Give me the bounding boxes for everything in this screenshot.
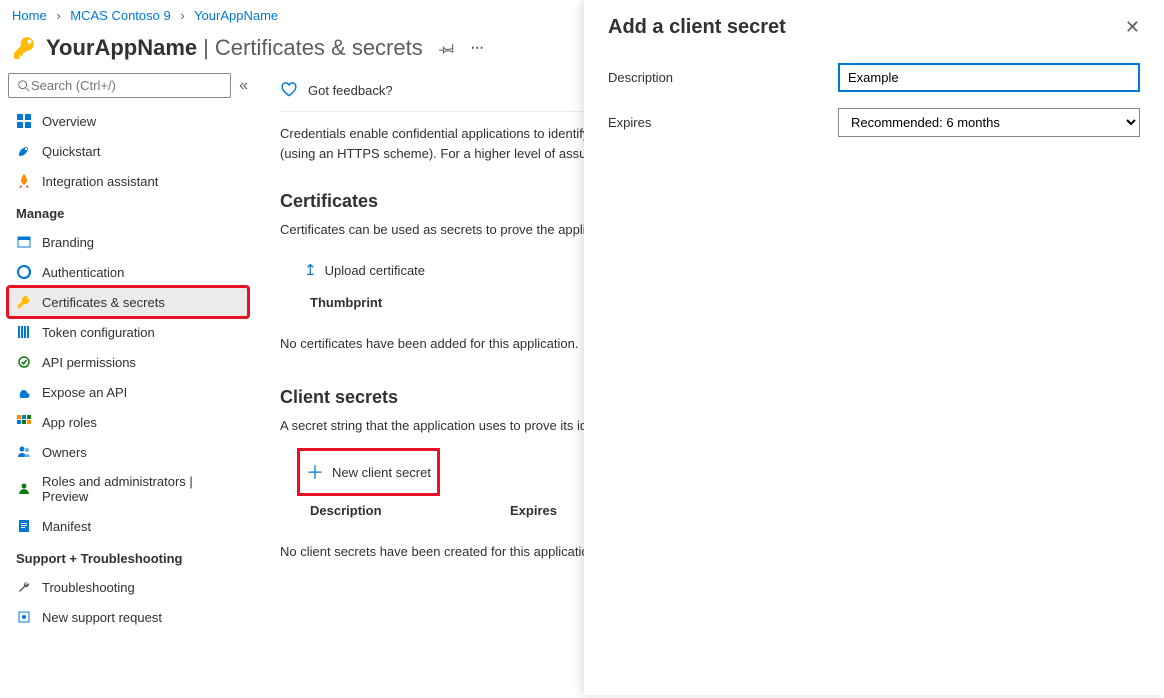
title-divider: | <box>203 35 209 61</box>
search-input[interactable] <box>8 73 231 98</box>
owners-icon <box>16 444 32 460</box>
sidebar-item-label: Overview <box>42 114 96 129</box>
page-title: YourAppName <box>46 35 197 61</box>
sidebar-item-branding[interactable]: Branding <box>8 227 248 257</box>
quickstart-icon <box>16 143 32 159</box>
sidebar-item-label: Branding <box>42 235 94 250</box>
token-icon <box>16 324 32 340</box>
manifest-icon <box>16 518 32 534</box>
sidebar-item-app-roles[interactable]: App roles <box>8 407 248 437</box>
sidebar: « Overview Quickstart Integration assist… <box>0 73 256 698</box>
flyout-title: Add a client secret <box>608 16 786 39</box>
sidebar-item-integration[interactable]: Integration assistant <box>8 166 248 196</box>
sidebar-item-label: Owners <box>42 445 87 460</box>
search-field[interactable] <box>31 78 222 93</box>
sidebar-item-label: Roles and administrators | Preview <box>42 474 240 504</box>
sidebar-item-troubleshooting[interactable]: Troubleshooting <box>8 572 248 602</box>
sidebar-item-label: API permissions <box>42 355 136 370</box>
breadcrumb-item-app[interactable]: YourAppName <box>194 8 278 23</box>
sidebar-item-label: Certificates & secrets <box>42 295 165 310</box>
expires-select[interactable]: Recommended: 6 months <box>838 108 1140 137</box>
upload-certificate-button[interactable]: ↥ Upload certificate <box>300 255 429 285</box>
sidebar-item-label: Expose an API <box>42 385 127 400</box>
app-roles-icon <box>16 414 32 430</box>
branding-icon <box>16 234 32 250</box>
sidebar-section-support: Support + Troubleshooting <box>8 541 248 572</box>
expires-label: Expires <box>608 115 838 130</box>
key-icon <box>16 294 32 310</box>
description-input[interactable] <box>838 63 1140 92</box>
sidebar-item-label: Authentication <box>42 265 124 280</box>
sidebar-item-label: Quickstart <box>42 144 101 159</box>
wrench-icon <box>16 579 32 595</box>
secrets-col-description: Description <box>310 503 510 518</box>
sidebar-item-quickstart[interactable]: Quickstart <box>8 136 248 166</box>
overview-icon <box>16 113 32 129</box>
feedback-label: Got feedback? <box>308 83 393 98</box>
api-perm-icon <box>16 354 32 370</box>
add-client-secret-panel: Add a client secret ✕ Description Expire… <box>584 0 1164 695</box>
chevron-right-icon: › <box>56 8 60 23</box>
sidebar-item-certificates-secrets[interactable]: Certificates & secrets <box>8 287 248 317</box>
sidebar-item-label: Manifest <box>42 519 91 534</box>
new-secret-label: New client secret <box>332 465 431 480</box>
auth-icon <box>16 264 32 280</box>
sidebar-item-token-config[interactable]: Token configuration <box>8 317 248 347</box>
plus-icon: ＋ <box>306 459 324 485</box>
sidebar-item-label: Token configuration <box>42 325 155 340</box>
description-label: Description <box>608 70 838 85</box>
support-icon <box>16 609 32 625</box>
pin-icon[interactable] <box>439 40 455 56</box>
sidebar-item-roles-admins[interactable]: Roles and administrators | Preview <box>8 467 248 511</box>
upload-label: Upload certificate <box>325 263 425 278</box>
sidebar-item-owners[interactable]: Owners <box>8 437 248 467</box>
breadcrumb-item-home[interactable]: Home <box>12 8 47 23</box>
sidebar-item-new-support[interactable]: New support request <box>8 602 248 632</box>
sidebar-item-label: New support request <box>42 610 162 625</box>
collapse-icon[interactable]: « <box>239 77 248 95</box>
sidebar-item-manifest[interactable]: Manifest <box>8 511 248 541</box>
sidebar-item-label: Troubleshooting <box>42 580 135 595</box>
expose-api-icon <box>16 384 32 400</box>
sidebar-item-overview[interactable]: Overview <box>8 106 248 136</box>
chevron-right-icon: › <box>180 8 184 23</box>
sidebar-item-api-permissions[interactable]: API permissions <box>8 347 248 377</box>
new-client-secret-button[interactable]: ＋ New client secret <box>300 451 437 493</box>
breadcrumb-item-tenant[interactable]: MCAS Contoso 9 <box>70 8 170 23</box>
upload-icon: ↥ <box>304 261 317 279</box>
key-icon <box>12 35 38 61</box>
search-icon <box>17 79 31 93</box>
sidebar-item-expose-api[interactable]: Expose an API <box>8 377 248 407</box>
more-icon[interactable]: ⋯ <box>471 40 486 56</box>
sidebar-item-label: Integration assistant <box>42 174 158 189</box>
sidebar-section-manage: Manage <box>8 196 248 227</box>
sidebar-item-authentication[interactable]: Authentication <box>8 257 248 287</box>
close-icon[interactable]: ✕ <box>1125 17 1140 38</box>
sidebar-item-label: App roles <box>42 415 97 430</box>
roles-admins-icon <box>16 481 32 497</box>
heart-icon <box>280 81 298 99</box>
rocket-icon <box>16 173 32 189</box>
page-subtitle: Certificates & secrets <box>215 35 423 61</box>
